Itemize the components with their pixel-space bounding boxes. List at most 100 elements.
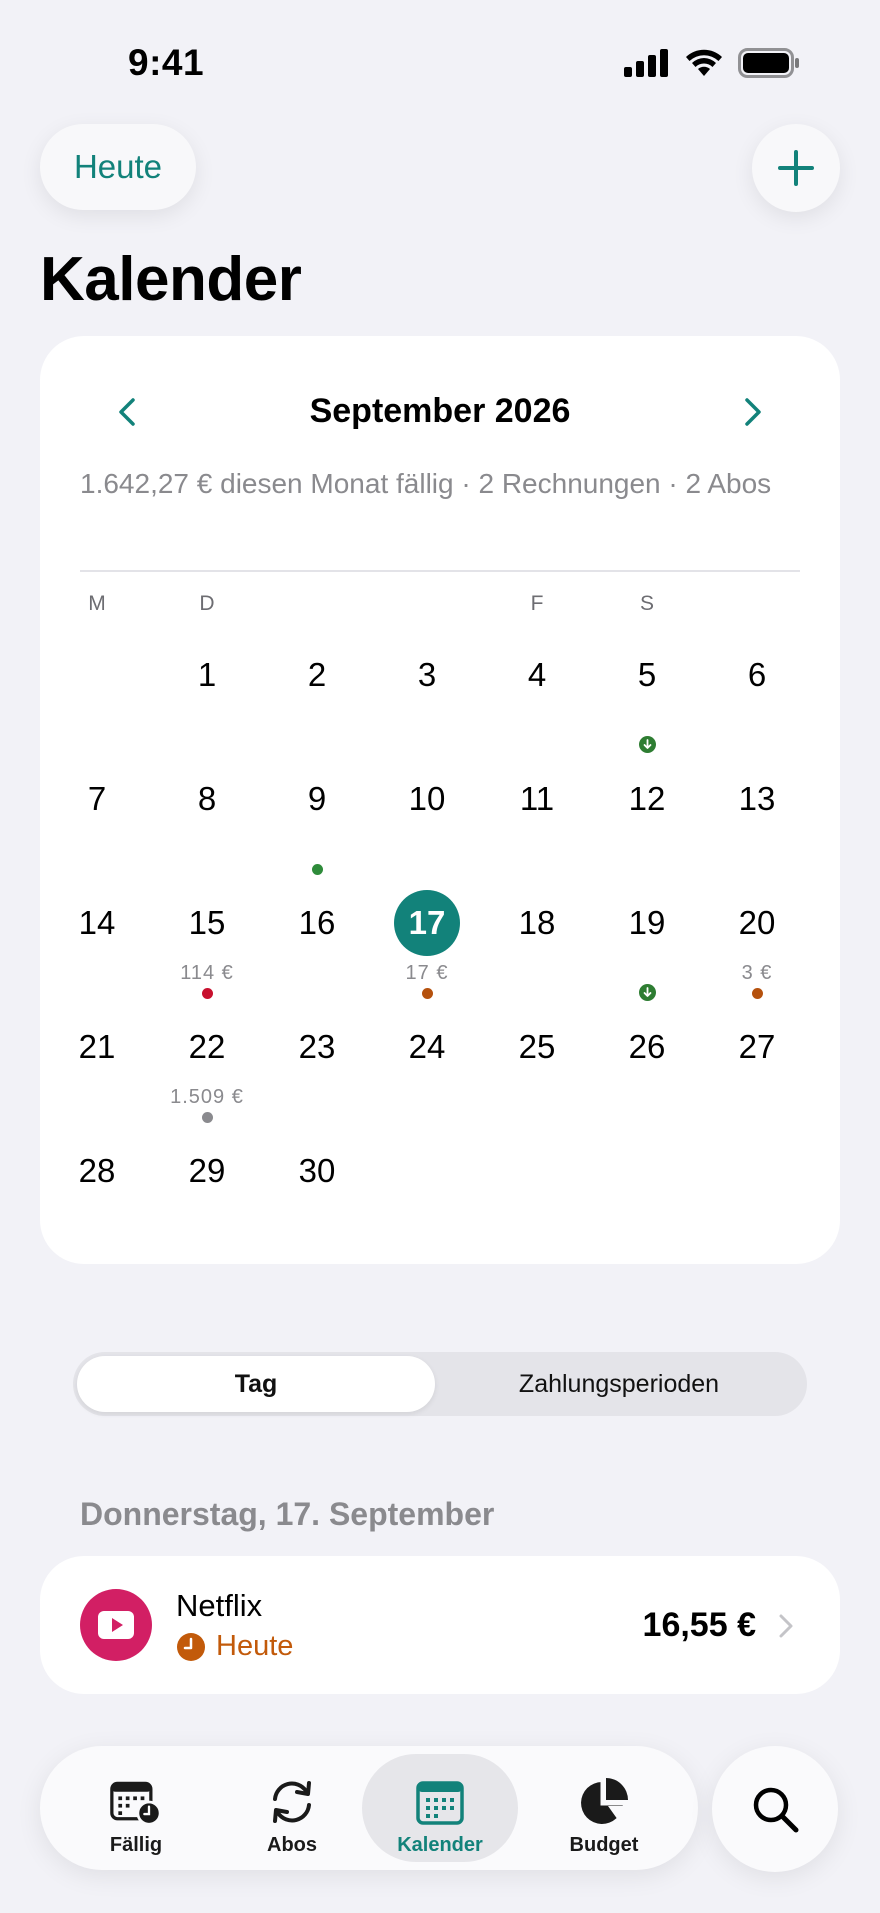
item-name: Netflix [176, 1588, 263, 1623]
search-button[interactable] [712, 1746, 838, 1872]
search-icon [753, 1787, 799, 1833]
day-number: 22 [188, 1028, 226, 1065]
payment-dot-red [201, 988, 213, 999]
day-number: 6 [747, 656, 767, 693]
day-number: 17 [394, 890, 460, 956]
payment-dot-orange [421, 988, 433, 999]
tab-bar: Fällig Abos Kalender Budget [40, 1746, 698, 1870]
day-number: 13 [738, 780, 776, 817]
day-number: 16 [298, 904, 336, 941]
day-number: 14 [78, 904, 116, 941]
day-number: 12 [628, 780, 666, 817]
calendar-day-24[interactable]: 24 [372, 1014, 482, 1138]
tab-abos[interactable]: Abos [214, 1754, 370, 1862]
refresh-icon [266, 1776, 318, 1828]
view-segmented-control: Tag Zahlungsperioden [73, 1352, 807, 1416]
calendar-day-13[interactable]: 13 [702, 766, 812, 890]
today-button[interactable]: Heute [40, 124, 196, 210]
day-number: 8 [197, 780, 217, 817]
calendar-day-25[interactable]: 25 [482, 1014, 592, 1138]
calendar-day-16[interactable]: 16 [262, 890, 372, 1014]
tab-label: Abos [267, 1834, 317, 1856]
clock-icon [177, 1632, 205, 1661]
pie-chart-icon [578, 1776, 630, 1828]
wifi-icon [686, 49, 722, 76]
calendar-day-29[interactable]: 29 [152, 1138, 262, 1262]
day-number: 4 [527, 656, 547, 693]
calendar-day-1[interactable]: 1 [152, 642, 262, 766]
calendar-day-8[interactable]: 8 [152, 766, 262, 890]
day-number: 26 [628, 1028, 666, 1065]
day-number: 29 [188, 1152, 226, 1189]
day-number: 10 [408, 780, 446, 817]
calendar-day-14[interactable]: 14 [42, 890, 152, 1014]
calendar-day-20[interactable]: 20 3 € [702, 890, 812, 1014]
calendar-day-12[interactable]: 12 [592, 766, 702, 890]
calendar-day-11[interactable]: 11 [482, 766, 592, 890]
page-title: Kalender [40, 245, 302, 314]
day-number: 11 [519, 780, 555, 817]
tab-faellig[interactable]: Fällig [58, 1754, 214, 1862]
netflix-logo [80, 1589, 152, 1661]
segment-payment-periods[interactable]: Zahlungsperioden [435, 1356, 803, 1412]
day-number: 27 [738, 1028, 776, 1065]
calendar-day-10[interactable]: 10 [372, 766, 482, 890]
day-number: 1 [197, 656, 217, 693]
selected-day-title: Donnerstag, 17. September [80, 1496, 495, 1532]
calendar-day-30[interactable]: 30 [262, 1138, 372, 1262]
day-number: 30 [298, 1152, 336, 1189]
calendar-day-19[interactable]: 19 [592, 890, 702, 1014]
battery-icon [738, 48, 799, 78]
calendar-grid-icon [414, 1776, 466, 1828]
calendar-day-6[interactable]: 6 [702, 642, 812, 766]
day-number: 20 [738, 904, 776, 941]
calendar-day-9[interactable]: 9 [262, 766, 372, 890]
day-number: 23 [298, 1028, 336, 1065]
tab-label: Fällig [109, 1834, 163, 1856]
day-number: 7 [87, 780, 107, 817]
tab-kalender[interactable]: Kalender [362, 1754, 518, 1862]
tab-label: Kalender [397, 1834, 483, 1856]
item-status: Heute [176, 1630, 293, 1663]
payment-dot-green [311, 864, 323, 875]
day-number: 2 [307, 656, 327, 693]
cellular-signal-icon [624, 49, 668, 77]
calendar-day-28[interactable]: 28 [42, 1138, 152, 1262]
day-amount: 17 € [405, 962, 449, 984]
day-number: 5 [637, 656, 657, 693]
day-number: 21 [78, 1028, 116, 1065]
item-status-label: Heute [216, 1630, 294, 1662]
day-number: 19 [628, 904, 666, 941]
tab-label: Budget [569, 1834, 639, 1856]
day-amount: 3 € [741, 962, 773, 984]
calendar-day-26[interactable]: 26 [592, 1014, 702, 1138]
segment-day[interactable]: Tag [77, 1356, 435, 1412]
tab-budget[interactable]: Budget [526, 1754, 682, 1862]
calendar-day-23[interactable]: 23 [262, 1014, 372, 1138]
calendar-day-15[interactable]: 15 114 € [152, 890, 262, 1014]
day-number: 3 [417, 656, 437, 693]
calendar-day-18[interactable]: 18 [482, 890, 592, 1014]
play-icon [98, 1611, 134, 1639]
day-amount: 1.509 € [170, 1086, 244, 1108]
calendar-day-3[interactable]: 3 [372, 642, 482, 766]
calendar-day-21[interactable]: 21 [42, 1014, 152, 1138]
day-number: 15 [188, 904, 226, 941]
calendar-day-22[interactable]: 22 1.509 € [152, 1014, 262, 1138]
calendar-day-7[interactable]: 7 [42, 766, 152, 890]
calendar-day-27[interactable]: 27 [702, 1014, 812, 1138]
calendar-clock-icon [110, 1776, 162, 1828]
status-time: 9:41 [128, 42, 205, 83]
add-button[interactable] [752, 124, 840, 212]
calendar-day-17[interactable]: 17 17 € [372, 890, 482, 1014]
payment-dot-gray [201, 1112, 213, 1123]
day-number: 18 [518, 904, 556, 941]
calendar-day-4[interactable]: 4 [482, 642, 592, 766]
day-number: 25 [518, 1028, 556, 1065]
income-arrow-icon [638, 984, 656, 1001]
calendar-grid: 1 2 3 4 5 6 7 8 9 10 11 12 13 14 15 114 €16 17 17 €18 19 20… [40, 336, 840, 1264]
plus-icon [778, 150, 814, 186]
calendar-day-5[interactable]: 5 [592, 642, 702, 766]
calendar-day-2[interactable]: 2 [262, 642, 372, 766]
subscription-row-netflix[interactable]: Netflix Heute 16,55 € [40, 1556, 840, 1694]
